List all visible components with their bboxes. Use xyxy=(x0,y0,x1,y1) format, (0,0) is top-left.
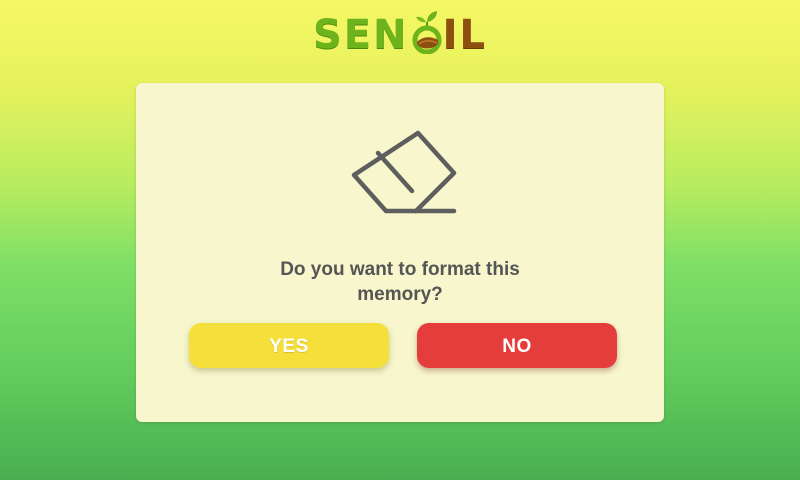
yes-button[interactable]: YES xyxy=(189,323,389,368)
logo-text-sen: SEN xyxy=(313,12,409,58)
leaf-field-o-icon xyxy=(411,11,442,54)
no-button[interactable]: NO xyxy=(417,323,617,368)
dialog-message-line2: memory? xyxy=(357,284,443,305)
sensoil-logo: SEN IL xyxy=(0,10,800,60)
eraser-icon xyxy=(351,130,457,214)
dialog-message-line1: Do you want to format this xyxy=(280,259,520,280)
format-memory-dialog: Do you want to format this memory? YES N… xyxy=(136,83,664,422)
logo-wordmark: SEN IL xyxy=(313,10,487,60)
dialog-message: Do you want to format this memory? xyxy=(136,257,664,307)
logo-text-il: IL xyxy=(442,12,487,58)
